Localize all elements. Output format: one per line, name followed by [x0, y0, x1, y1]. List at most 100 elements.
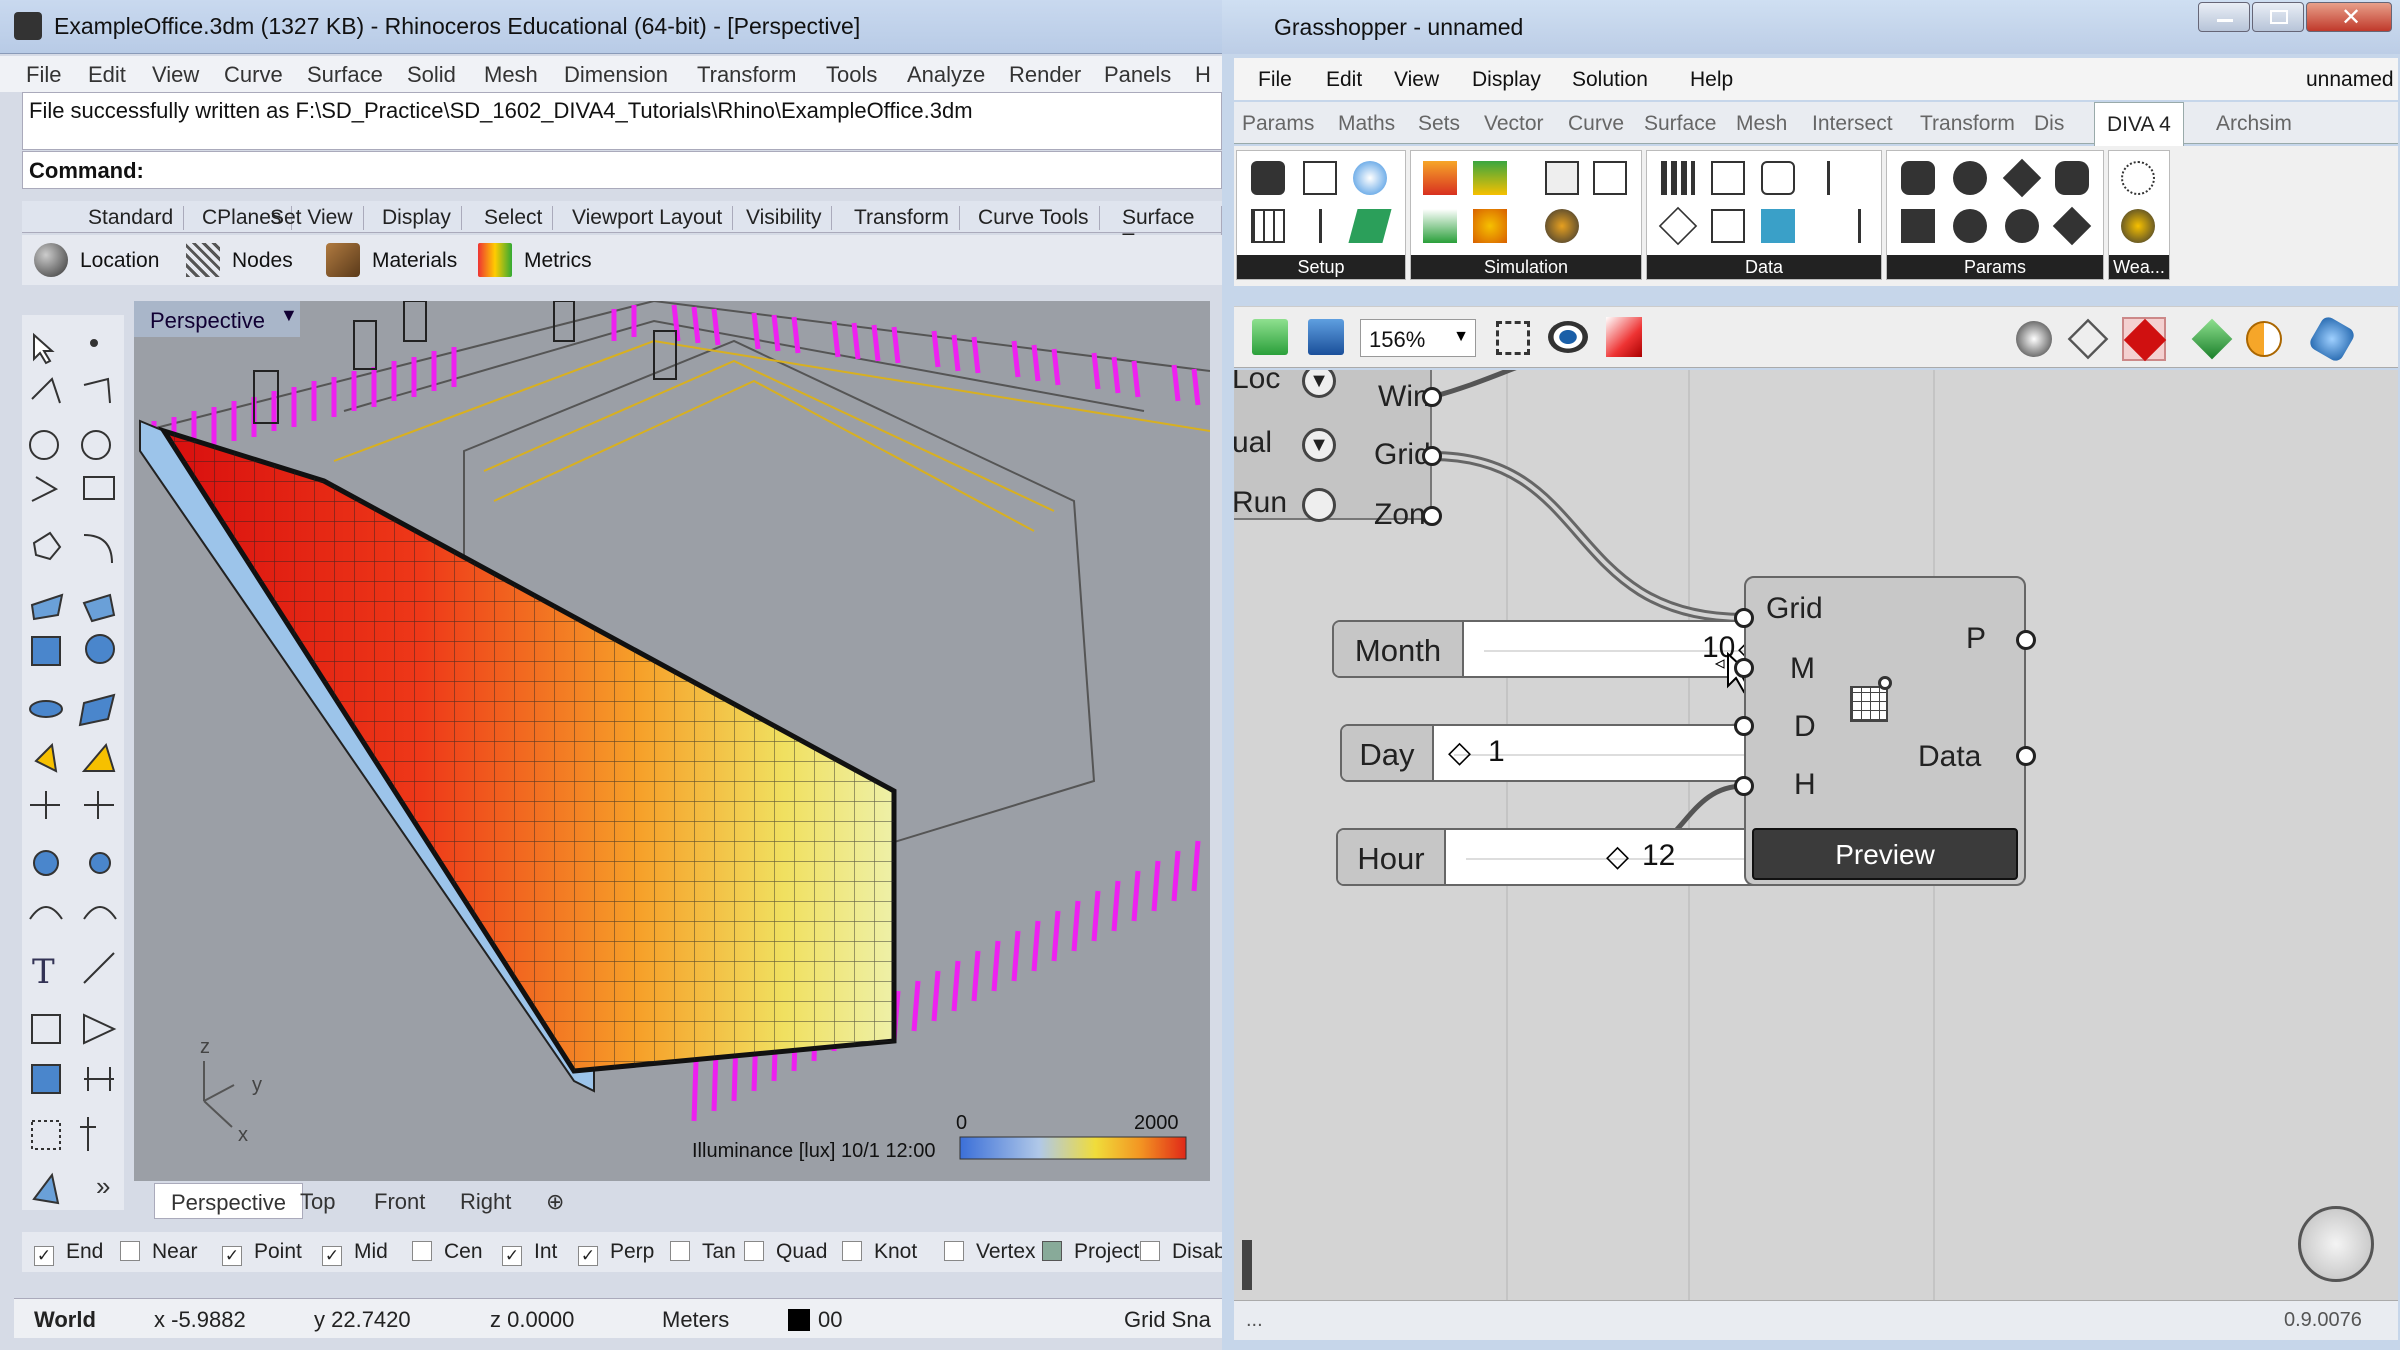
- param-material-icon[interactable]: [2055, 161, 2089, 195]
- slider-grip-icon[interactable]: ◇: [1448, 735, 1471, 770]
- layer-indicator[interactable]: 00: [818, 1307, 842, 1333]
- gh-canvas[interactable]: Loc ▼ ual ▼ Run Win Grid Zone Month 10 ◇…: [1234, 370, 2398, 1300]
- input-pin-grid[interactable]: [1734, 608, 1754, 628]
- menu-mesh[interactable]: Mesh: [484, 62, 538, 88]
- canvas-navigation-widget[interactable]: [2298, 1206, 2374, 1282]
- close-button[interactable]: ✕: [2306, 2, 2392, 32]
- vp-tab-front[interactable]: Front: [374, 1189, 425, 1215]
- menu-surface[interactable]: Surface: [307, 62, 383, 88]
- location-button[interactable]: Location: [34, 243, 194, 279]
- preview-wireframe-icon[interactable]: [2067, 318, 2109, 360]
- osnap-int[interactable]: ✓ Int: [502, 1240, 557, 1266]
- preview-eye-icon[interactable]: [1548, 321, 1588, 353]
- gh-menu-help[interactable]: Help: [1690, 68, 1733, 92]
- gh-menu-solution[interactable]: Solution: [1572, 68, 1648, 92]
- osnap-tan[interactable]: Tan: [670, 1240, 736, 1266]
- command-line[interactable]: Command:: [22, 151, 1222, 189]
- zoom-extents-icon[interactable]: [1496, 321, 1530, 355]
- menu-solid[interactable]: Solid: [407, 62, 456, 88]
- param-shade-icon[interactable]: [1953, 209, 1987, 243]
- osnap-near[interactable]: Near: [120, 1240, 198, 1266]
- weather-sun-icon[interactable]: [2121, 161, 2155, 195]
- output-pin-win[interactable]: [1422, 387, 1442, 407]
- tab-standard[interactable]: Standard: [88, 206, 185, 230]
- osnap-mid[interactable]: ✓ Mid: [322, 1240, 388, 1266]
- weather-file-icon[interactable]: [2121, 209, 2155, 243]
- menu-dimension[interactable]: Dimension: [564, 62, 668, 88]
- checkbox-icon[interactable]: ✓: [222, 1246, 242, 1266]
- param-chart-icon[interactable]: [1901, 209, 1935, 243]
- menu-help-partial[interactable]: H: [1195, 62, 1211, 88]
- tab-curve-tools[interactable]: Curve Tools: [978, 206, 1100, 230]
- tab-transform[interactable]: Transform: [854, 206, 960, 230]
- visualization-icon[interactable]: [1593, 161, 1627, 195]
- tab-select[interactable]: Select: [484, 206, 554, 230]
- minimize-button[interactable]: [2198, 2, 2250, 32]
- tab-viewport-layout[interactable]: Viewport Layout: [572, 206, 734, 230]
- gh-tab-display[interactable]: Dis: [2034, 112, 2064, 136]
- viewport-title[interactable]: Perspective ▼: [134, 301, 300, 337]
- osnap-end[interactable]: ✓ End: [34, 1240, 103, 1266]
- tab-set-view[interactable]: Set View: [270, 206, 364, 230]
- checkbox-icon[interactable]: [1042, 1241, 1062, 1261]
- gh-menu-file[interactable]: File: [1258, 68, 1292, 92]
- gh-tab-sets[interactable]: Sets: [1418, 112, 1460, 136]
- menu-view[interactable]: View: [152, 62, 199, 88]
- gh-tab-surface[interactable]: Surface: [1644, 112, 1716, 136]
- preview-shaded-icon[interactable]: [2016, 321, 2052, 357]
- save-file-icon[interactable]: [1308, 319, 1344, 355]
- bake-icon[interactable]: [2191, 318, 2233, 360]
- checkbox-icon[interactable]: ✓: [502, 1246, 522, 1266]
- param-hex-icon[interactable]: [2052, 206, 2092, 246]
- checkbox-icon[interactable]: [670, 1241, 690, 1261]
- checkbox-icon[interactable]: [1140, 1241, 1160, 1261]
- gh-tab-archsim[interactable]: Archsim: [2216, 112, 2292, 136]
- surface-material-icon[interactable]: [1348, 209, 1392, 243]
- osnap-quad[interactable]: Quad: [744, 1240, 827, 1266]
- preview-selected-button[interactable]: [2122, 317, 2167, 362]
- output-pin-grid[interactable]: [1422, 446, 1442, 466]
- checkbox-icon[interactable]: ✓: [34, 1246, 54, 1266]
- materials-button[interactable]: Materials: [326, 243, 496, 279]
- data-split-icon[interactable]: [1827, 161, 1861, 195]
- gh-tab-mesh[interactable]: Mesh: [1736, 112, 1787, 136]
- checkbox-icon[interactable]: ✓: [578, 1246, 598, 1266]
- gh-tab-transform[interactable]: Transform: [1920, 112, 2015, 136]
- data-table-icon[interactable]: [1711, 161, 1745, 195]
- input-pin-d[interactable]: [1734, 716, 1754, 736]
- input-pin-h[interactable]: [1734, 776, 1754, 796]
- menu-tools[interactable]: Tools: [826, 62, 877, 88]
- output-pin-zone[interactable]: [1422, 506, 1442, 526]
- viewport-dropdown-icon[interactable]: ▼: [280, 305, 298, 326]
- vp-tab-perspective[interactable]: Perspective: [154, 1183, 303, 1219]
- metrics-button[interactable]: Metrics: [478, 243, 628, 279]
- gh-tab-curve[interactable]: Curve: [1568, 112, 1624, 136]
- param-node-icon[interactable]: [2002, 158, 2042, 198]
- climate-sim-icon[interactable]: [1473, 161, 1507, 195]
- gh-tab-diva4[interactable]: DIVA 4: [2094, 102, 2184, 146]
- menu-file[interactable]: File: [26, 62, 61, 88]
- glare-sim-icon[interactable]: [1545, 161, 1579, 195]
- canvas-scroll-handle[interactable]: [1242, 1240, 1252, 1290]
- osnap-knot[interactable]: Knot: [842, 1240, 917, 1266]
- open-file-icon[interactable]: [1252, 319, 1288, 355]
- param-circle-icon[interactable]: [2005, 209, 2039, 243]
- maximize-button[interactable]: [2252, 2, 2304, 32]
- osnap-point[interactable]: ✓ Point: [222, 1240, 302, 1266]
- checkbox-icon[interactable]: [744, 1241, 764, 1261]
- checkbox-icon[interactable]: [842, 1241, 862, 1261]
- output-pin-data[interactable]: [2016, 746, 2036, 766]
- tab-visibility[interactable]: Visibility: [746, 206, 833, 230]
- sketch-pen-icon[interactable]: [1606, 317, 1642, 357]
- menu-panels[interactable]: Panels: [1104, 62, 1171, 88]
- menu-edit[interactable]: Edit: [88, 62, 126, 88]
- osnap-vertex[interactable]: Vertex: [944, 1240, 1036, 1266]
- gh-menu-display[interactable]: Display: [1472, 68, 1541, 92]
- data-cube-icon[interactable]: [1658, 206, 1698, 246]
- param-grid-icon[interactable]: [1953, 161, 1987, 195]
- input-pin-m[interactable]: [1734, 658, 1754, 678]
- grid-points-icon[interactable]: [1251, 209, 1285, 243]
- cplane-indicator[interactable]: World: [34, 1307, 96, 1333]
- chevron-down-icon[interactable]: ▼: [1302, 428, 1336, 462]
- gh-menu-edit[interactable]: Edit: [1326, 68, 1362, 92]
